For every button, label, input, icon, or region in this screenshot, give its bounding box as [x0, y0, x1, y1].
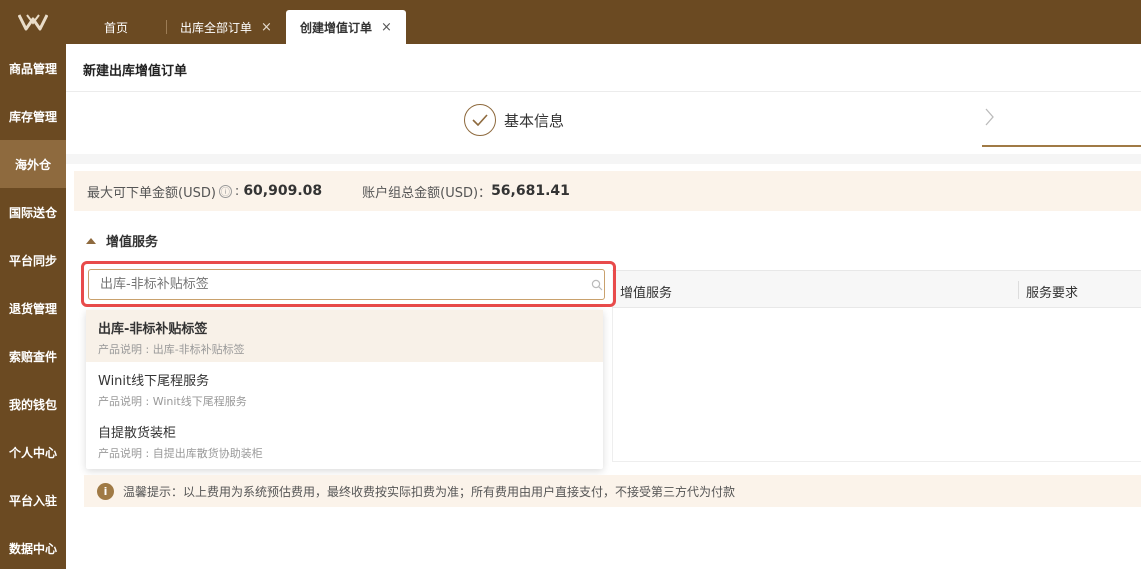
- sidebar-item-label: 海外仓: [14, 157, 51, 172]
- column-divider: [1018, 281, 1019, 299]
- option-desc: 产品说明 : Winit线下尾程服务: [98, 395, 247, 408]
- highlight-box: [81, 261, 616, 307]
- page-title: 新建出库增值订单: [83, 64, 188, 79]
- option-title: 自提散货装柜: [98, 426, 177, 441]
- tab-divider: [166, 20, 167, 34]
- tab-label: 首页: [103, 20, 128, 35]
- sidebar-item-returns[interactable]: 退货管理: [0, 284, 66, 332]
- sidebar-item-wallet[interactable]: 我的钱包: [0, 380, 66, 428]
- dropdown-option[interactable]: 自提散货装柜 产品说明 : 自提出库散货协助装柜: [86, 414, 603, 466]
- option-desc: 产品说明 : 自提出库散货协助装柜: [98, 447, 263, 460]
- table-header: 增值服务 服务要求: [612, 270, 1141, 308]
- amount-summary: 最大可下单金额(USD) ⓘ : 60,909.08 账户组总金额(USD)： …: [74, 171, 1141, 211]
- table-body: [612, 308, 1141, 462]
- colon: :: [234, 183, 240, 199]
- option-title: Winit线下尾程服务: [98, 374, 210, 389]
- sidebar-item-label: 平台同步: [8, 253, 57, 268]
- main-content: 新建出库增值订单 基本信息 最大可下单金额(USD) ⓘ : 60,909.08…: [66, 44, 1141, 569]
- close-icon[interactable]: ×: [381, 20, 392, 35]
- caret-up-icon: [86, 237, 96, 244]
- tip-bar: i 温馨提示：以上费用为系统预估费用，最终收费按实际扣费为准；所有费用由用户直接…: [84, 475, 1141, 507]
- sidebar-item-claims[interactable]: 索赔查件: [0, 332, 66, 380]
- sidebar-item-label: 我的钱包: [8, 397, 57, 412]
- sidebar-item-label: 索赔查件: [8, 349, 57, 364]
- sidebar-item-label: 个人中心: [8, 445, 57, 460]
- column-header-service: 增值服务: [620, 286, 673, 301]
- option-title: 出库-非标补贴标签: [98, 322, 208, 337]
- sidebar-item-platform-sync[interactable]: 平台同步: [0, 236, 66, 284]
- winit-logo-icon[interactable]: [0, 0, 66, 44]
- sidebar-item-inventory[interactable]: 库存管理: [0, 92, 66, 140]
- info-icon: i: [97, 482, 114, 500]
- section-title: 增值服务: [106, 235, 159, 250]
- sidebar: 商品管理 库存管理 海外仓 国际送仓 平台同步 退货管理 索赔查件 我的钱包 个…: [0, 0, 66, 569]
- service-dropdown: 出库-非标补贴标签 产品说明 : 出库-非标补贴标签 Winit线下尾程服务 产…: [86, 310, 603, 469]
- max-amount-label: 最大可下单金额(USD): [87, 185, 216, 201]
- info-icon[interactable]: ⓘ: [218, 184, 232, 198]
- sidebar-item-product[interactable]: 商品管理: [0, 44, 66, 92]
- tab-all-outbound-orders[interactable]: 出库全部订单 ×: [168, 10, 284, 44]
- column-header-requirement: 服务要求: [1026, 286, 1079, 301]
- tab-home[interactable]: 首页: [80, 10, 152, 44]
- steps-bar: 基本信息: [66, 92, 1141, 154]
- step-complete-check-icon: [464, 104, 496, 136]
- sidebar-item-label: 商品管理: [8, 61, 57, 76]
- separator-band: [66, 154, 1141, 164]
- group-amount-value: 56,681.41: [491, 183, 570, 199]
- tip-text: 温馨提示：以上费用为系统预估费用，最终收费按实际扣费为准；所有费用由用户直接支付…: [123, 484, 736, 499]
- sidebar-item-label: 平台入驻: [8, 493, 57, 508]
- sidebar-item-international[interactable]: 国际送仓: [0, 188, 66, 236]
- group-amount-label: 账户组总金额(USD)：: [362, 185, 492, 201]
- dropdown-option[interactable]: 出库-非标补贴标签 产品说明 : 出库-非标补贴标签: [86, 310, 603, 362]
- max-amount-value: 60,909.08: [243, 183, 323, 199]
- sidebar-item-data-center[interactable]: 数据中心: [0, 524, 66, 569]
- tab-bar: 首页 出库全部订单 × 创建增值订单 ×: [66, 0, 1141, 44]
- sidebar-item-label: 国际送仓: [8, 205, 57, 220]
- sidebar-item-profile[interactable]: 个人中心: [0, 428, 66, 476]
- sidebar-item-label: 退货管理: [8, 301, 57, 316]
- close-icon[interactable]: ×: [261, 20, 272, 35]
- tab-create-vas-order[interactable]: 创建增值订单 ×: [286, 10, 406, 44]
- tab-label: 出库全部订单: [180, 20, 253, 35]
- app: 商品管理 库存管理 海外仓 国际送仓 平台同步 退货管理 索赔查件 我的钱包 个…: [0, 0, 1141, 569]
- search-icon: [591, 276, 603, 295]
- option-desc: 产品说明 : 出库-非标补贴标签: [98, 343, 245, 356]
- sidebar-item-label: 数据中心: [8, 541, 57, 556]
- sidebar-item-overseas-warehouse[interactable]: 海外仓: [0, 140, 66, 188]
- dropdown-option[interactable]: Winit线下尾程服务 产品说明 : Winit线下尾程服务: [86, 362, 603, 414]
- search-input[interactable]: [88, 269, 605, 300]
- chevron-right-icon: [982, 106, 996, 132]
- sidebar-item-label: 库存管理: [8, 109, 57, 124]
- section-vas-toggle[interactable]: 增值服务: [86, 231, 158, 250]
- step-label: 基本信息: [504, 112, 565, 130]
- sidebar-item-platform-join[interactable]: 平台入驻: [0, 476, 66, 524]
- tab-label: 创建增值订单: [300, 20, 373, 35]
- step-active-underline: [982, 145, 1141, 147]
